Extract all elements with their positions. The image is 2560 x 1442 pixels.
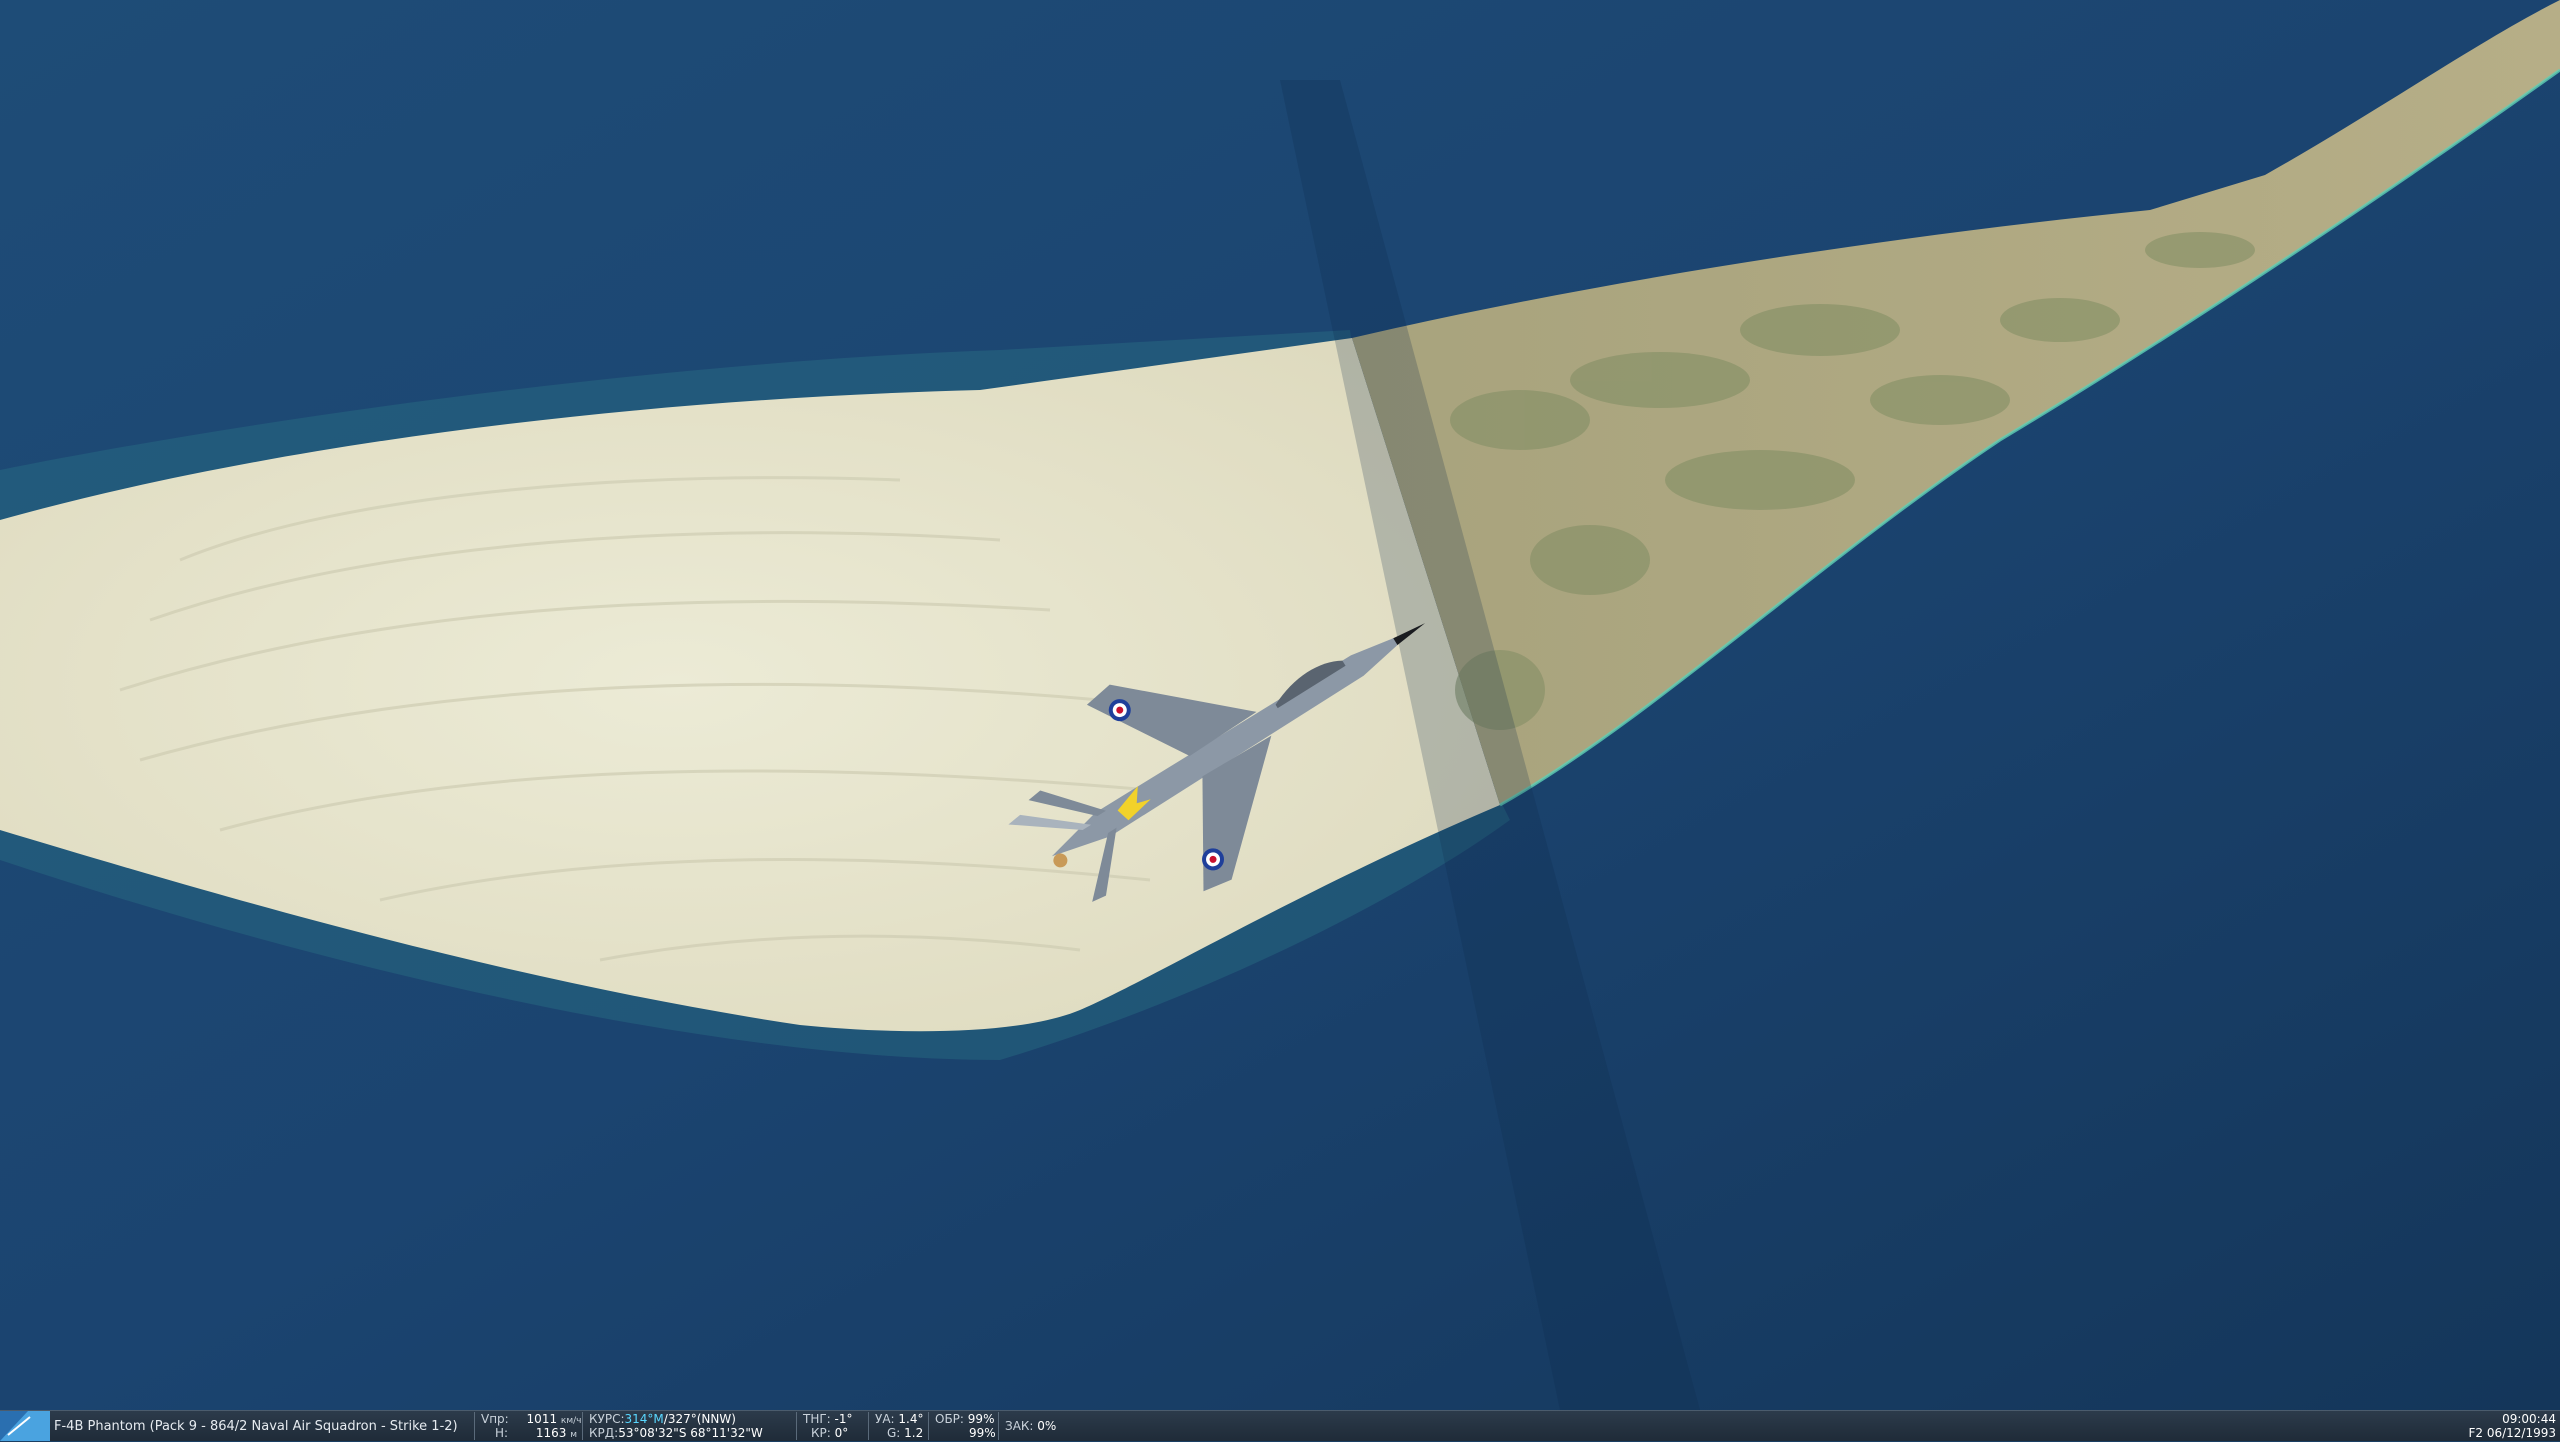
coords-label: КРД:	[589, 1426, 619, 1440]
heading-label: КУРС:	[589, 1412, 625, 1426]
terrain-view	[0, 0, 2560, 1410]
altitude-value: 1163	[535, 1426, 567, 1440]
speed-unit: км/ч	[560, 1416, 582, 1426]
aoa-label: УА:	[875, 1412, 895, 1426]
speed-altitude-group: Vпр: 1011 км/ч H: 1163 м	[474, 1412, 585, 1440]
altitude-unit: м	[570, 1430, 578, 1440]
pitch-roll-group: ТНГ: -1° КР: 0°	[796, 1412, 867, 1440]
gload-label: G:	[887, 1426, 901, 1440]
rpm-value-1: 99%	[967, 1412, 995, 1426]
unit-flag-icon[interactable]	[0, 1411, 50, 1441]
aoa-gload-group: УА: 1.4° G: 1.2	[868, 1412, 931, 1440]
clock-date: F2 06/12/1993	[2468, 1426, 2556, 1440]
unit-title: F-4B Phantom (Pack 9 - 864/2 Naval Air S…	[54, 1419, 458, 1434]
flaps-group: ЗАК: 0%	[998, 1412, 1075, 1440]
roll-label: КР:	[811, 1426, 831, 1440]
rpm-value-2: 99%	[969, 1426, 996, 1440]
flaps-label: ЗАК:	[1005, 1419, 1034, 1433]
coords-value: 53°08'32"S 68°11'32"W	[618, 1426, 763, 1440]
rpm-label: ОБР:	[935, 1412, 964, 1426]
aoa-value: 1.4°	[898, 1412, 924, 1426]
heading-magnetic: 314°M	[624, 1412, 664, 1426]
game-viewport[interactable]	[0, 0, 2560, 1410]
speed-value: 1011	[526, 1412, 558, 1426]
status-bar: F-4B Phantom (Pack 9 - 864/2 Naval Air S…	[0, 1410, 2560, 1441]
rpm-group: ОБР: 99% 99%	[928, 1412, 999, 1440]
speed-label: Vпр:	[481, 1412, 509, 1426]
clock-time: 09:00:44	[2502, 1412, 2556, 1426]
altitude-label: H:	[495, 1426, 509, 1440]
gload-value: 1.2	[904, 1426, 924, 1440]
roll-value: 0°	[834, 1426, 849, 1440]
heading-coords-group: КУРС:314°M/327°(NNW) КРД:53°08'32"S 68°1…	[582, 1412, 795, 1440]
clock-group: 09:00:44 F2 06/12/1993	[2468, 1412, 2556, 1440]
thrust-value: -1°	[834, 1412, 853, 1426]
flaps-value: 0%	[1037, 1419, 1057, 1433]
heading-true: 327°(NNW)	[667, 1412, 736, 1426]
thrust-label: ТНГ:	[803, 1412, 831, 1426]
